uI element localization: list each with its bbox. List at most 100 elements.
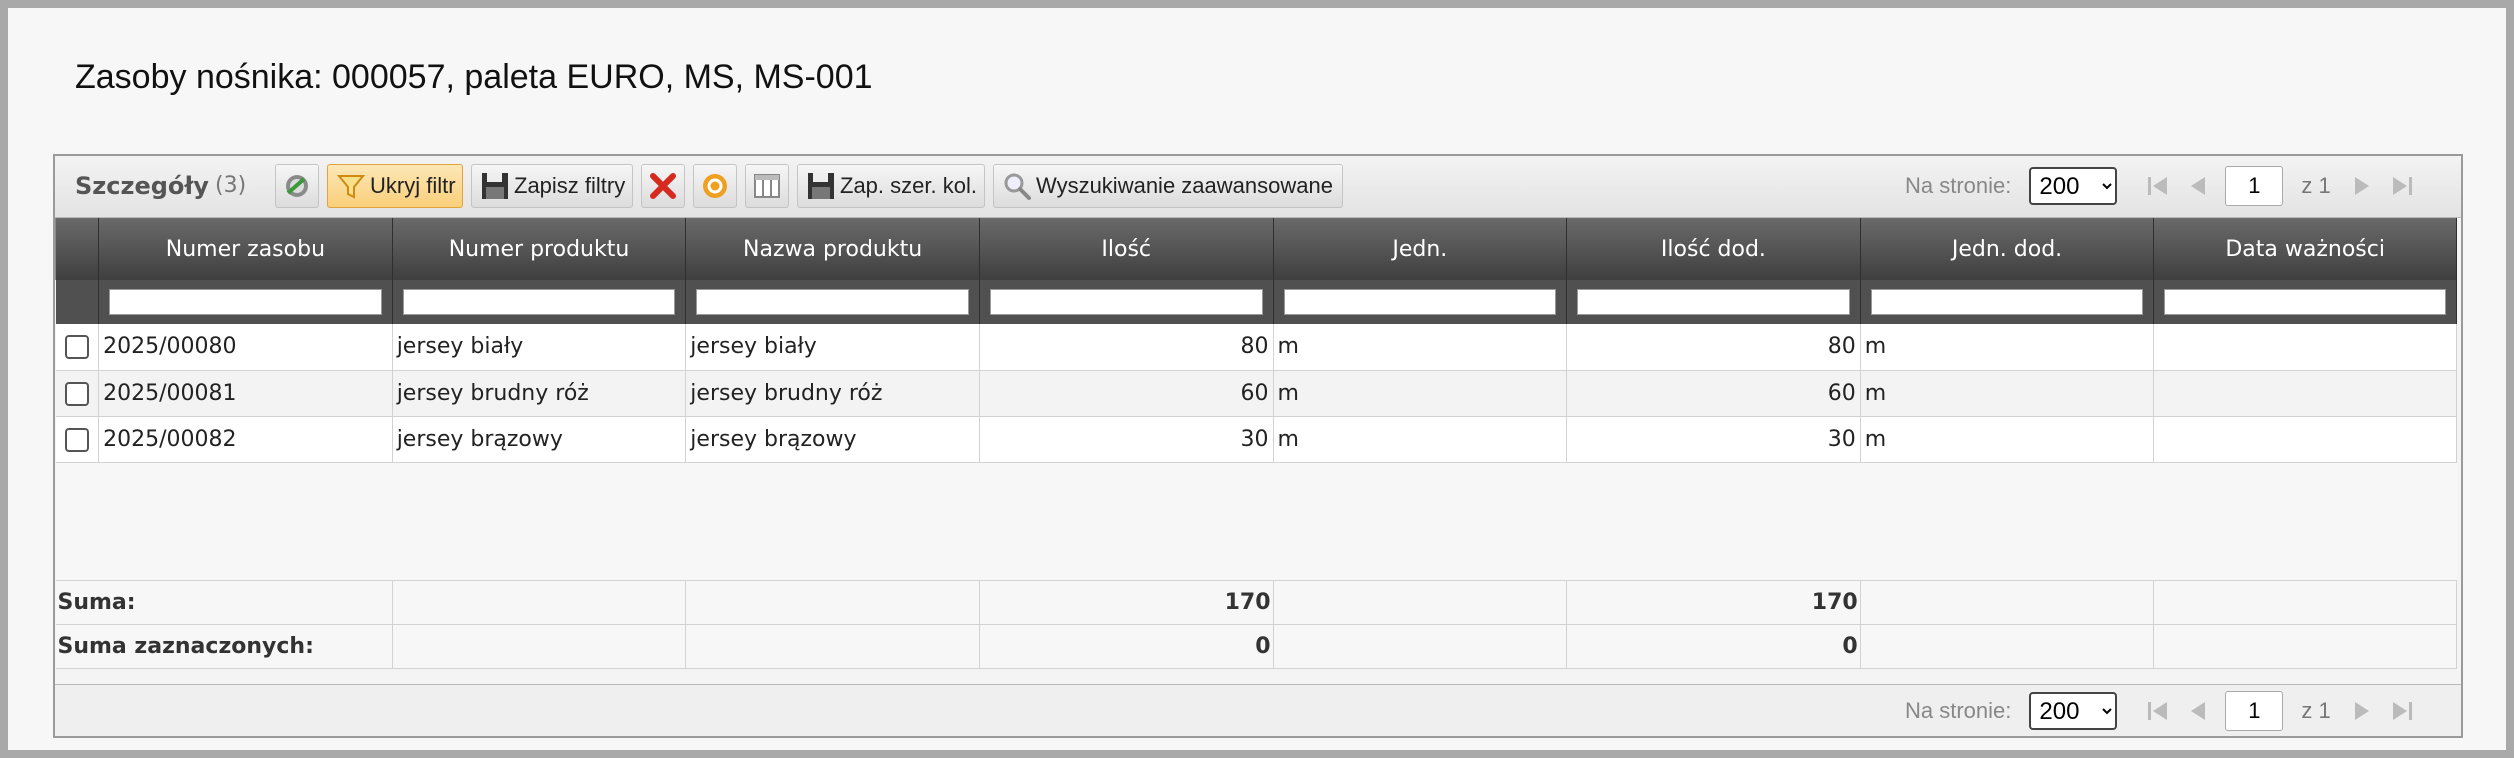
sum-empty-cell <box>685 624 980 669</box>
table-row[interactable]: 2025/00081 jersey brudny róż jersey brud… <box>55 370 2457 417</box>
save-column-widths-label: Zap. szer. kol. <box>840 173 977 198</box>
filter-input[interactable] <box>402 289 676 315</box>
cell-jedn-dod: m <box>1860 416 2155 463</box>
cell-numer-zasobu: 2025/00081 <box>98 370 393 417</box>
sum-empty-cell <box>2153 624 2457 669</box>
per-page-select[interactable]: 200 <box>2029 167 2118 205</box>
sum-empty-cell <box>1273 580 1568 625</box>
filter-cell <box>685 280 980 324</box>
filter-input[interactable] <box>989 289 1263 315</box>
selected-sum-ilosc-dod: 0 <box>1566 624 1861 669</box>
cell-numer-produktu: jersey brązowy <box>392 416 687 463</box>
selected-sum-label: Suma zaznaczonych: <box>55 624 393 669</box>
filter-input[interactable] <box>1283 289 1557 315</box>
last-page-icon[interactable] <box>2389 698 2415 724</box>
cell-numer-produktu: jersey brudny róż <box>392 370 687 417</box>
per-page-select[interactable]: 200 <box>2029 692 2118 730</box>
cell-jedn: m <box>1273 370 1568 417</box>
per-page-label: Na stronie: <box>1905 173 2012 198</box>
sum-empty-cell <box>1273 624 1568 669</box>
cell-ilosc-dod: 30 <box>1566 416 1861 463</box>
table-row[interactable]: 2025/00080 jersey biały jersey biały 80 … <box>55 324 2457 371</box>
filter-cell <box>1273 280 1568 324</box>
advanced-search-label: Wyszukiwanie zaawansowane <box>1036 173 1333 198</box>
filter-cell <box>98 280 393 324</box>
window: Zasoby nośnika: 000057, paleta EURO, MS,… <box>8 8 2506 750</box>
filter-cell <box>392 280 687 324</box>
prev-page-icon[interactable] <box>2185 173 2211 199</box>
sum-empty-cell <box>2153 580 2457 625</box>
filter-input[interactable] <box>1870 289 2144 315</box>
row-checkbox[interactable] <box>64 381 89 406</box>
page-count-label: z 1 <box>2301 173 2331 198</box>
page-number-input[interactable] <box>2225 691 2284 731</box>
cell-numer-zasobu: 2025/00080 <box>98 324 393 371</box>
filter-cell <box>2153 280 2457 324</box>
sum-empty-cell <box>392 624 687 669</box>
delete-button[interactable] <box>641 164 685 208</box>
cell-jedn: m <box>1273 416 1568 463</box>
sum-row: Suma: 170 170 <box>55 580 2457 625</box>
next-page-icon[interactable] <box>2349 173 2375 199</box>
cell-jedn: m <box>1273 324 1568 371</box>
floppy-disk-icon <box>808 173 834 199</box>
column-header[interactable]: Ilość dod. <box>1566 218 1861 280</box>
sum-empty-cell <box>1860 580 2155 625</box>
columns-icon <box>754 174 780 198</box>
select-column-header <box>54 218 100 280</box>
cell-ilosc-dod: 60 <box>1566 370 1861 417</box>
column-header[interactable]: Data ważności <box>2153 218 2457 280</box>
first-page-icon[interactable] <box>2145 173 2171 199</box>
column-header[interactable]: Numer produktu <box>391 218 687 280</box>
sum-ilosc-dod: 170 <box>1566 580 1861 625</box>
columns-button[interactable] <box>745 164 789 208</box>
toolbar: Szczegóły (3) Ukryj filtr Zapisz filtry … <box>55 156 2461 218</box>
reset-button[interactable] <box>693 164 737 208</box>
column-header[interactable]: Numer zasobu <box>98 218 393 280</box>
filter-cell <box>1566 280 1861 324</box>
details-panel: Szczegóły (3) Ukryj filtr Zapisz filtry … <box>53 154 2463 738</box>
column-header[interactable]: Ilość <box>978 218 1274 280</box>
filter-input[interactable] <box>109 289 382 315</box>
clear-filter-button[interactable] <box>275 164 319 208</box>
last-page-icon[interactable] <box>2389 173 2415 199</box>
first-page-icon[interactable] <box>2145 698 2171 724</box>
filter-input[interactable] <box>696 289 969 315</box>
sum-empty-cell <box>392 580 687 625</box>
row-checkbox[interactable] <box>64 427 89 452</box>
delete-x-icon <box>650 173 676 199</box>
row-checkbox[interactable] <box>64 335 89 360</box>
save-column-widths-button[interactable]: Zap. szer. kol. <box>797 164 985 208</box>
panel-count: (3) <box>215 173 247 198</box>
hide-filter-button[interactable]: Ukryj filtr <box>327 164 463 208</box>
pager-bottom: Na stronie: 200 z 1 <box>1905 689 2415 733</box>
cell-jedn-dod: m <box>1860 370 2155 417</box>
sum-label: Suma: <box>55 580 393 625</box>
cell-ilosc-dod: 80 <box>1566 324 1861 371</box>
floppy-disk-icon <box>482 173 508 199</box>
selected-sum-row: Suma zaznaczonych: 0 0 <box>55 624 2457 669</box>
filter-input[interactable] <box>2164 289 2446 315</box>
magnifier-icon <box>1004 173 1031 200</box>
cell-ilosc: 80 <box>979 324 1274 371</box>
prev-page-icon[interactable] <box>2185 698 2211 724</box>
page-count-label: z 1 <box>2301 698 2331 723</box>
next-page-icon[interactable] <box>2349 698 2375 724</box>
cell-ilosc: 30 <box>979 416 1274 463</box>
pager-top: Na stronie: 200 z 1 <box>1905 164 2415 208</box>
column-header[interactable]: Jedn. dod. <box>1859 218 2155 280</box>
column-header[interactable]: Nazwa produktu <box>685 218 980 280</box>
save-filters-button[interactable]: Zapisz filtry <box>471 164 633 208</box>
clear-filter-icon <box>286 175 308 197</box>
resources-table: Numer zasobu Numer produktu Nazwa produk… <box>54 218 2457 669</box>
reset-circle-icon <box>703 174 727 198</box>
header-row: Numer zasobu Numer produktu Nazwa produk… <box>54 218 2457 280</box>
filter-cell-empty <box>55 280 100 324</box>
table-row[interactable]: 2025/00082 jersey brązowy jersey brązowy… <box>55 416 2457 463</box>
per-page-label: Na stronie: <box>1905 698 2012 723</box>
sum-empty-cell <box>685 580 980 625</box>
filter-input[interactable] <box>1577 289 1850 315</box>
page-number-input[interactable] <box>2225 166 2284 206</box>
advanced-search-button[interactable]: Wyszukiwanie zaawansowane <box>993 164 1343 208</box>
column-header[interactable]: Jedn. <box>1272 218 1568 280</box>
